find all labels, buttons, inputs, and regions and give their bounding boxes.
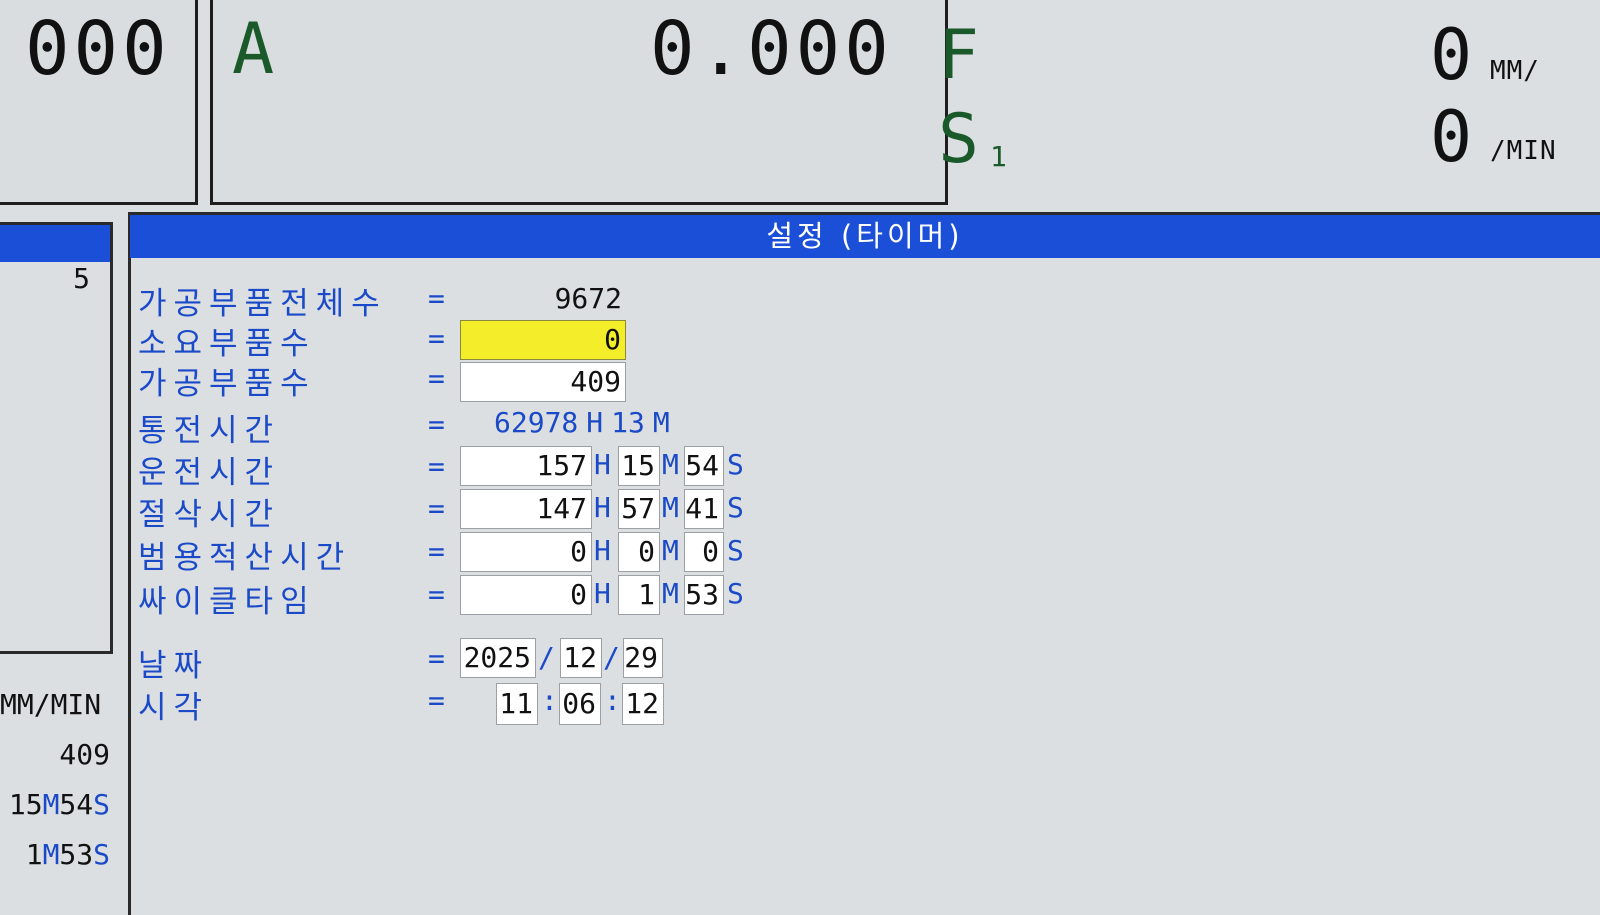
operation-minutes-input[interactable]: 15 <box>618 446 660 486</box>
seconds-unit: S <box>727 534 744 567</box>
seconds-unit: S <box>727 577 744 610</box>
hours-unit: H <box>586 406 604 439</box>
spindle-number: 1 <box>990 140 1007 173</box>
eq-sign: = <box>428 450 445 483</box>
cutting-hours-input[interactable]: 147 <box>460 489 592 529</box>
eq-sign: = <box>428 492 445 525</box>
side-run-s-unit: S <box>93 788 110 821</box>
minutes-unit: M <box>662 577 679 610</box>
time-separator: : <box>541 684 558 717</box>
eq-sign: = <box>428 322 445 355</box>
label-date: 날짜 <box>138 648 210 684</box>
side-cycle-s-unit: S <box>93 838 110 871</box>
time-minute-input[interactable]: 06 <box>559 683 601 725</box>
spindle-letter: S <box>938 100 979 179</box>
side-top-value: 5 <box>73 262 90 295</box>
side-run-time: 15M54S <box>0 788 110 821</box>
general-minutes-input[interactable]: 0 <box>618 532 660 572</box>
time-second-input[interactable]: 12 <box>622 683 664 725</box>
operation-hours-input[interactable]: 157 <box>460 446 592 486</box>
side-parts-value: 409 <box>59 738 110 771</box>
label-general-time: 범용적산시간 <box>138 540 352 576</box>
side-cycle-m-unit: M <box>42 838 60 871</box>
power-on-hours: 62978 <box>494 406 579 439</box>
operation-seconds-input[interactable]: 54 <box>684 446 724 486</box>
feed-letter: F <box>938 16 979 95</box>
side-run-m-unit: M <box>42 788 60 821</box>
screen-title: 설정 (타이머) <box>130 215 1600 258</box>
axis-position-value: 0.000 <box>650 6 893 92</box>
side-unit-label: MM/MIN <box>0 688 102 721</box>
label-required-parts: 소요부품수 <box>138 326 316 362</box>
feed-value: 0 <box>1430 14 1473 96</box>
general-hours-input[interactable]: 0 <box>460 532 592 572</box>
label-cycle-time: 싸이클타임 <box>138 584 316 620</box>
eq-sign: = <box>428 362 445 395</box>
side-cycle-seconds: 53 <box>59 838 94 871</box>
seconds-unit: S <box>727 491 744 524</box>
minutes-unit: M <box>662 491 679 524</box>
label-machined-parts: 가공부품수 <box>138 366 316 402</box>
hours-unit: H <box>594 534 611 567</box>
date-separator: / <box>538 641 555 674</box>
side-run-minutes: 15 <box>8 788 43 821</box>
date-month-input[interactable]: 12 <box>560 638 602 678</box>
side-cycle-minutes: 1 <box>25 838 43 871</box>
total-parts-value: 9672 <box>554 282 622 315</box>
hours-unit: H <box>594 491 611 524</box>
minutes-unit: M <box>662 534 679 567</box>
axis-letter: A <box>232 8 275 90</box>
label-cutting-time: 절삭시간 <box>138 497 281 533</box>
eq-sign: = <box>428 535 445 568</box>
power-on-minutes: 13 <box>611 406 645 439</box>
eq-sign: = <box>428 408 445 441</box>
minutes-unit: M <box>652 406 670 439</box>
time-separator: : <box>604 684 621 717</box>
left-counter-value: 000 <box>25 6 171 92</box>
cutting-seconds-input[interactable]: 41 <box>684 489 724 529</box>
side-run-seconds: 54 <box>59 788 94 821</box>
spindle-unit: /MIN <box>1490 136 1557 166</box>
cutting-minutes-input[interactable]: 57 <box>618 489 660 529</box>
feed-unit: MM/ <box>1490 56 1540 86</box>
machined-parts-input[interactable]: 409 <box>460 362 626 402</box>
label-time: 시각 <box>138 690 210 726</box>
date-day-input[interactable]: 29 <box>623 638 663 678</box>
hours-unit: H <box>594 448 611 481</box>
eq-sign: = <box>428 642 445 675</box>
required-parts-input[interactable]: 0 <box>460 320 626 360</box>
label-power-on-time: 통전시간 <box>138 413 281 449</box>
time-hour-input[interactable]: 11 <box>496 683 538 725</box>
minutes-unit: M <box>662 448 679 481</box>
hours-unit: H <box>594 577 611 610</box>
spindle-value: 0 <box>1430 96 1473 178</box>
power-on-time-value: 62978 H 13 M <box>494 406 670 439</box>
side-cycle-time: 1M53S <box>0 838 110 871</box>
cycle-minutes-input[interactable]: 1 <box>618 575 660 615</box>
cycle-seconds-input[interactable]: 53 <box>684 575 724 615</box>
date-separator: / <box>603 641 620 674</box>
eq-sign: = <box>428 282 445 315</box>
label-operation-time: 운전시간 <box>138 455 281 491</box>
date-year-input[interactable]: 2025 <box>460 638 536 678</box>
general-seconds-input[interactable]: 0 <box>684 532 724 572</box>
label-total-parts: 가공부품전체수 <box>138 286 387 322</box>
cycle-hours-input[interactable]: 0 <box>460 575 592 615</box>
seconds-unit: S <box>727 448 744 481</box>
eq-sign: = <box>428 684 445 717</box>
eq-sign: = <box>428 578 445 611</box>
